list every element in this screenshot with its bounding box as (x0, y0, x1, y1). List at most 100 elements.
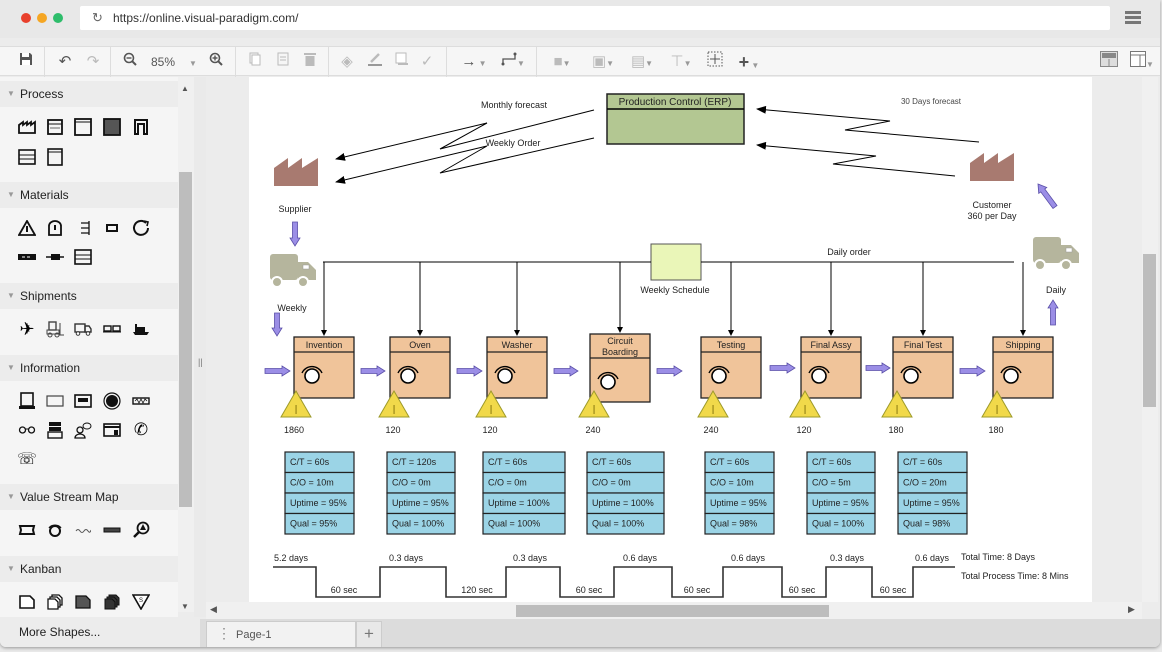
signal-icon[interactable] (101, 390, 123, 412)
connector-style-icon[interactable]: → ▼ (457, 51, 491, 73)
timeline-icon[interactable] (101, 519, 123, 541)
page-tab-page-1[interactable]: ⋮ Page-1 (206, 621, 356, 647)
delete-icon[interactable] (300, 51, 320, 73)
category-materials[interactable]: ▼ Materials (0, 182, 178, 208)
shadow-icon[interactable] (392, 51, 412, 73)
sidebar-splitter[interactable] (194, 77, 206, 617)
sidebar-scroll-down-icon[interactable]: ▼ (181, 602, 189, 611)
supplier-truck-icon (270, 254, 316, 288)
hamburger-menu-icon[interactable] (1125, 11, 1141, 25)
verbal-info-icon[interactable] (72, 419, 94, 441)
category-process[interactable]: ▼ Process (0, 81, 178, 107)
more-shapes-button[interactable]: More Shapes... (0, 617, 200, 647)
insert-icon[interactable]: + ▼ (733, 51, 765, 73)
diagram-canvas[interactable]: Production Control (ERP) Monthly forecast… (206, 77, 1142, 602)
fill-color-icon[interactable]: ◈ (337, 51, 357, 73)
select-all-icon[interactable] (705, 51, 725, 73)
kanban-post-icon[interactable] (101, 419, 123, 441)
electronic-info-icon[interactable] (72, 390, 94, 412)
ship-icon[interactable] (130, 318, 152, 340)
manual-info-icon[interactable] (44, 390, 66, 412)
rail-icon[interactable] (101, 318, 123, 340)
other-info-icon[interactable] (72, 519, 94, 541)
sidebar-scroll-up-icon[interactable]: ▲ (181, 84, 189, 93)
zoom-dropdown-caret-icon[interactable]: ▼ (186, 51, 200, 73)
toggle-panel-icon[interactable] (1098, 51, 1120, 73)
layout-icon[interactable]: ▼ (1126, 51, 1158, 73)
go-see-icon[interactable] (16, 419, 38, 441)
category-shipments[interactable]: ▼ Shipments (0, 283, 178, 309)
line-color-icon[interactable] (365, 51, 385, 73)
schedule-icon[interactable] (130, 390, 152, 412)
maximize-window-button[interactable] (53, 13, 63, 23)
pull-circle-icon[interactable] (130, 217, 152, 239)
table-icon[interactable] (16, 146, 38, 168)
kaizen-burst-icon[interactable] (16, 519, 38, 541)
kanban-arriving-icon[interactable] (101, 591, 123, 613)
format-painter-icon[interactable]: ✓ (417, 51, 437, 73)
process-box-icon[interactable] (72, 116, 94, 138)
supermarket-icon[interactable] (44, 217, 66, 239)
data-box-value: Qual = 100% (812, 519, 864, 529)
inventory-count: 120 (482, 425, 497, 435)
distribute-icon[interactable]: ⊤▼ (665, 51, 697, 73)
category-value-stream-map[interactable]: ▼ Value Stream Map (0, 484, 178, 510)
operator-icon[interactable] (44, 519, 66, 541)
paste-icon[interactable] (273, 51, 293, 73)
dedicated-process-icon[interactable] (44, 146, 66, 168)
page-menu-icon[interactable]: ⋮ (217, 625, 231, 642)
undo-icon[interactable]: ↶ (55, 51, 75, 73)
forklift-icon[interactable] (44, 318, 66, 340)
production-control-icon[interactable] (16, 390, 38, 412)
align-icon[interactable]: ▤▼ (627, 51, 657, 73)
category-information[interactable]: ▼ Information (0, 355, 178, 381)
telephone-icon[interactable]: ☏ (16, 448, 38, 470)
group-icon[interactable]: ▣▼ (588, 51, 618, 73)
external-shipment-icon[interactable] (44, 246, 66, 268)
arrange-icon[interactable]: ■▼ (547, 51, 577, 73)
scroll-right-icon[interactable]: ▶ (1128, 604, 1135, 615)
buffer-icon[interactable] (72, 246, 94, 268)
canvas-vertical-scrollbar-thumb[interactable] (1143, 254, 1156, 407)
data-box-value: C/O = 10m (710, 478, 754, 488)
canvas-horizontal-scrollbar-thumb[interactable] (516, 605, 829, 617)
redo-icon[interactable]: ↷ (83, 51, 103, 73)
push-arrow-icon[interactable] (16, 246, 38, 268)
supplier-factory-icon (274, 158, 318, 186)
sidebar-scrollbar-thumb[interactable] (179, 172, 192, 507)
reload-icon[interactable]: ↻ (92, 10, 103, 26)
data-box-value: Qual = 95% (290, 519, 337, 529)
operator-icon (903, 368, 919, 384)
fifo-lane-icon[interactable] (72, 217, 94, 239)
inventory-icon[interactable] (16, 217, 38, 239)
zoom-out-icon[interactable] (120, 51, 140, 73)
withdrawal-kanban-icon[interactable] (72, 591, 94, 613)
zoom-in-icon[interactable] (206, 51, 226, 73)
load-leveling-icon[interactable] (44, 419, 66, 441)
splitter-grip-icon[interactable]: || (198, 357, 203, 367)
factory-icon[interactable] (16, 116, 38, 138)
minimize-window-button[interactable] (37, 13, 47, 23)
scroll-left-icon[interactable]: ◀ (210, 604, 217, 615)
shared-process-icon[interactable] (101, 116, 123, 138)
phone-icon[interactable]: ✆ (130, 419, 152, 441)
add-page-button[interactable]: + (356, 621, 382, 647)
inventory-glyph: I (489, 402, 493, 417)
outside-source-icon[interactable] (130, 116, 152, 138)
save-icon[interactable] (16, 51, 36, 73)
copy-icon[interactable] (245, 51, 265, 73)
connector-type-icon[interactable]: ▼ (498, 51, 528, 73)
data-box-icon[interactable] (44, 116, 66, 138)
quality-problem-icon[interactable] (130, 519, 152, 541)
address-bar[interactable]: ↻ https://online.visual-paradigm.com/ (80, 6, 1110, 30)
zoom-level[interactable]: 85% (151, 55, 175, 69)
airplane-icon[interactable]: ✈ (16, 318, 38, 340)
signal-kanban-icon[interactable]: S (130, 591, 152, 613)
timeline-days-label: 0.3 days (513, 553, 548, 563)
kanban-batch-icon[interactable] (44, 591, 66, 613)
category-kanban[interactable]: ▼ Kanban (0, 556, 178, 582)
production-kanban-icon[interactable] (16, 591, 38, 613)
close-window-button[interactable] (21, 13, 31, 23)
truck-icon[interactable] (72, 318, 94, 340)
safety-stock-icon[interactable] (101, 217, 123, 239)
